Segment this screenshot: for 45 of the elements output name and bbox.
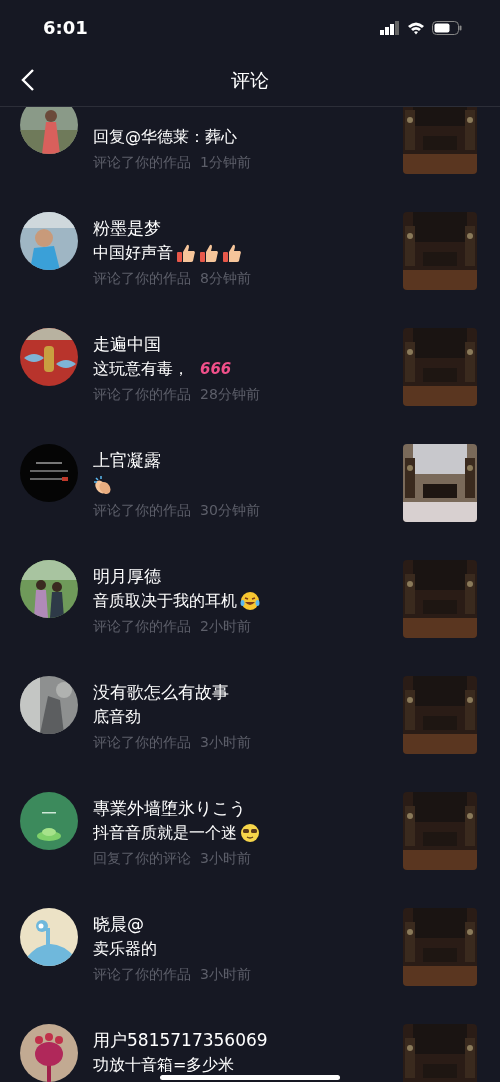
clapping-hands-icon [93,475,113,495]
timestamp: 30分钟前 [200,501,260,520]
signal-icon [380,20,400,35]
user-name[interactable]: 粉墨是梦 [93,216,388,240]
sticker-label: 666 [200,360,232,378]
timestamp: 3小时前 [200,965,251,984]
thumbs-up-icon [199,243,219,263]
comment-text: 回复@华德莱：葬心 [93,126,237,148]
activity-text: 回复了你的评论 [93,849,191,868]
activity-text: 评论了你的作品 [93,617,191,636]
battery-icon [432,20,462,35]
comment-text: 中国好声音 [93,242,173,264]
comment-text: 抖音音质就是一个迷 [93,822,237,844]
status-time: 6:01 [43,17,88,38]
timestamp: 3小时前 [200,733,251,752]
activity-text: 评论了你的作品 [93,501,191,520]
thumbs-up-icon [176,243,196,263]
comment-text: 卖乐器的 [93,938,157,960]
sunglasses-face-icon [240,823,260,843]
thumbs-up-icon [222,243,242,263]
timestamp: 1分钟前 [200,153,251,172]
user-name[interactable]: 走遍中国 [93,332,388,356]
activity-text: 评论了你的作品 [93,385,191,404]
comment-text: 功放十音箱=多少米 [93,1054,235,1076]
user-name[interactable]: 上官凝露 [93,448,388,472]
timestamp: 3小时前 [200,849,251,868]
timestamp: 28分钟前 [200,385,260,404]
timestamp: 8分钟前 [200,269,251,288]
activity-text: 评论了你的作品 [93,733,191,752]
activity-text: 评论了你的作品 [93,153,191,172]
user-name[interactable]: 用户5815717356069 [93,1028,388,1052]
user-name[interactable]: 專業外墙堕氷りこう [93,796,388,820]
timestamp: 2小时前 [200,617,251,636]
activity-text: 评论了你的作品 [93,269,191,288]
activity-text: 评论了你的作品 [93,965,191,984]
wifi-icon [407,20,425,35]
comment-text: 音质取决于我的耳机 [93,590,237,612]
comment-text: 这玩意有毒， [93,358,189,380]
user-name[interactable]: 没有歌怎么有故事 [93,680,388,704]
back-icon[interactable] [21,69,35,91]
user-name[interactable]: 明月厚德 [93,564,388,588]
comment-text: 底音劲 [93,706,141,728]
page-title: 评论 [231,67,269,93]
laughing-face-icon [240,591,260,611]
user-name[interactable]: 晓晨@ [93,912,388,936]
